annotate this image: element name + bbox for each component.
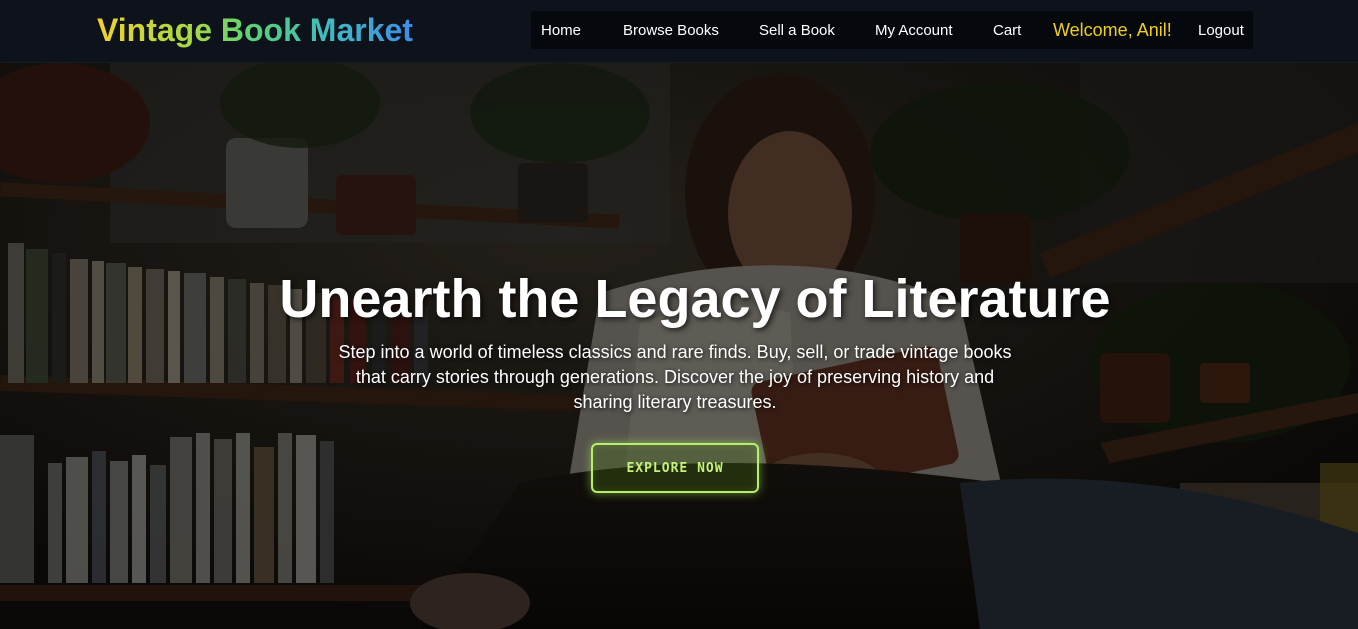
nav-sell-book[interactable]: Sell a Book [759, 21, 835, 40]
explore-now-button[interactable]: EXPLORE NOW [591, 443, 759, 493]
nav-cart[interactable]: Cart [993, 21, 1021, 40]
nav-logout[interactable]: Logout [1198, 21, 1244, 40]
hero-description: Step into a world of timeless classics a… [338, 342, 1012, 412]
nav-browse-books[interactable]: Browse Books [623, 21, 719, 40]
site-logo[interactable]: Vintage Book Market [97, 11, 413, 49]
top-navbar: Vintage Book Market Home Browse Books Se… [0, 0, 1358, 63]
main-menu: Home Browse Books Sell a Book My Account… [531, 11, 1253, 49]
nav-home[interactable]: Home [541, 21, 581, 40]
hero-section: Unearth the Legacy of Literature Step in… [0, 63, 1358, 629]
welcome-message: Welcome, Anil! [1053, 20, 1172, 40]
nav-my-account[interactable]: My Account [875, 21, 953, 40]
hero-title: Unearth the Legacy of Literature [279, 269, 1111, 329]
